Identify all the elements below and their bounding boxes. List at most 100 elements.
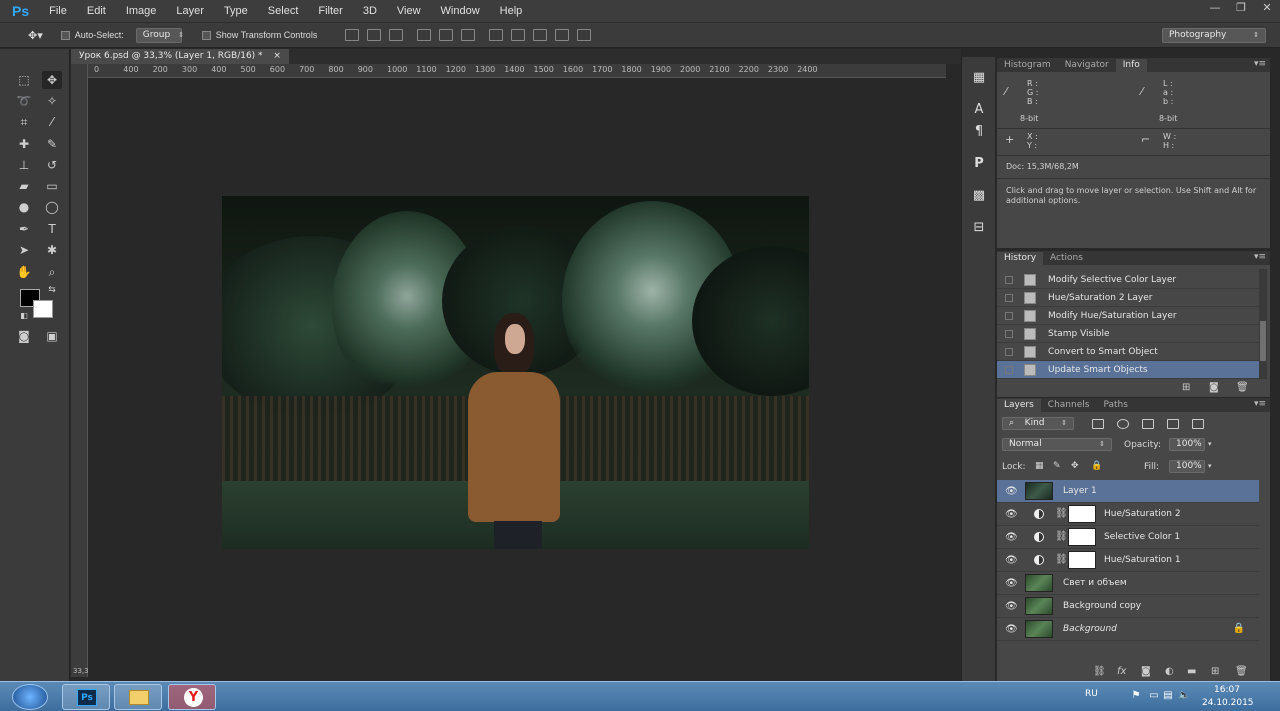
layer-row-hue-saturation-1[interactable]: 👁 ⛓ Hue/Saturation 1 <box>997 549 1259 572</box>
layer-style-icon[interactable]: fx <box>1117 666 1126 677</box>
close-button[interactable]: ✕ <box>1254 0 1280 16</box>
history-brush-source-box[interactable] <box>1005 348 1013 356</box>
filter-adjustment-icon[interactable] <box>1116 419 1129 429</box>
new-snapshot-icon[interactable]: ◙ <box>1209 382 1219 393</box>
menu-image[interactable]: Image <box>116 5 167 17</box>
layer-row-hue-saturation-2[interactable]: 👁 ⛓ Hue/Saturation 2 <box>997 503 1259 526</box>
menu-type[interactable]: Type <box>214 5 258 17</box>
layer-name[interactable]: Background <box>1063 624 1117 634</box>
default-colors-icon[interactable]: ◧ <box>14 307 34 325</box>
panel-menu-icon[interactable]: ▾≡ <box>1254 59 1266 69</box>
layer-row-selective-color-1[interactable]: 👁 ⛓ Selective Color 1 <box>997 526 1259 549</box>
tray-network-icon[interactable]: ▤ <box>1162 690 1174 701</box>
layer-row-background[interactable]: 👁 Background 🔒 <box>997 618 1259 641</box>
marquee-tool-icon[interactable]: ⬚ <box>14 71 34 89</box>
pen-tool-icon[interactable]: ✒ <box>14 220 34 238</box>
history-scrollbar[interactable] <box>1259 269 1267 379</box>
layer-name[interactable]: Layer 1 <box>1063 486 1097 496</box>
menu-select[interactable]: Select <box>258 5 309 17</box>
magic-wand-tool-icon[interactable]: ✧ <box>42 92 62 110</box>
layer-filter-dropdown[interactable]: ⌕ Kind ⇕ <box>1002 417 1074 430</box>
tab-actions[interactable]: Actions <box>1043 252 1090 265</box>
custom-shape-tool-icon[interactable]: ✱ <box>42 241 62 259</box>
visibility-eye-icon[interactable]: 👁 <box>1005 578 1018 589</box>
history-brush-source-box[interactable] <box>1005 276 1013 284</box>
link-layers-icon[interactable]: ⛓ <box>1093 666 1106 677</box>
distribute-top-icon[interactable] <box>489 29 504 41</box>
history-item-selected[interactable]: Update Smart Objects <box>997 361 1259 379</box>
align-top-icon[interactable] <box>345 29 360 41</box>
restore-button[interactable]: ❐ <box>1228 0 1254 16</box>
menu-edit[interactable]: Edit <box>77 5 116 17</box>
layer-name[interactable]: Свет и объем <box>1063 578 1127 588</box>
document-photo[interactable] <box>222 196 809 549</box>
clone-stamp-tool-icon[interactable]: ⊥ <box>14 156 34 174</box>
layer-row-background-copy[interactable]: 👁 Background copy <box>997 595 1259 618</box>
visibility-eye-icon[interactable]: 👁 <box>1005 601 1018 612</box>
delete-state-icon[interactable]: 🗑 <box>1236 382 1249 393</box>
filter-smart-object-icon[interactable] <box>1191 419 1204 429</box>
tab-channels[interactable]: Channels <box>1041 399 1097 412</box>
start-button[interactable] <box>12 684 48 710</box>
healing-brush-tool-icon[interactable]: ✚ <box>14 135 34 153</box>
type-tool-icon[interactable]: T <box>42 220 62 238</box>
lock-all-icon[interactable]: 🔒 <box>1091 461 1102 471</box>
document-tab-close-icon[interactable]: × <box>273 51 281 61</box>
layer-name[interactable]: Selective Color 1 <box>1104 532 1180 542</box>
vertical-ruler[interactable]: 33,3 <box>71 64 89 677</box>
tray-action-center-icon[interactable]: ⚑ <box>1130 690 1142 701</box>
paragraph-panel-icon[interactable]: ¶ <box>970 123 988 141</box>
lasso-tool-icon[interactable]: ➰ <box>14 92 34 110</box>
tray-volume-icon[interactable]: 🔈 <box>1178 690 1190 701</box>
move-tool-icon[interactable]: ✥ <box>42 71 62 89</box>
clock-time[interactable]: 16:07 <box>1214 685 1240 695</box>
minimize-button[interactable]: — <box>1202 0 1228 16</box>
crop-tool-icon[interactable]: ⌗ <box>14 113 34 131</box>
menu-filter[interactable]: Filter <box>308 5 352 17</box>
taskbar-explorer-button[interactable] <box>114 684 162 710</box>
quick-mask-icon[interactable]: ◙ <box>14 327 34 345</box>
link-icon[interactable]: ⛓ <box>1055 554 1068 565</box>
history-brush-source-box[interactable] <box>1005 294 1013 302</box>
filter-type-icon[interactable] <box>1141 419 1154 429</box>
align-bottom-icon[interactable] <box>389 29 404 41</box>
tray-display-icon[interactable]: ▭ <box>1148 690 1160 701</box>
language-indicator[interactable]: RU <box>1085 689 1098 699</box>
zoom-tool-icon[interactable]: ⌕ <box>42 263 62 281</box>
lock-image-icon[interactable]: ✎ <box>1053 461 1061 471</box>
menu-file[interactable]: File <box>43 5 77 17</box>
background-color-swatch[interactable] <box>33 300 53 318</box>
tab-layers[interactable]: Layers <box>997 399 1041 412</box>
swap-colors-icon[interactable]: ⇆ <box>42 281 62 299</box>
history-brush-tool-icon[interactable]: ↺ <box>42 156 62 174</box>
distribute-hcenter-icon[interactable] <box>577 29 592 41</box>
fill-input[interactable]: 100% <box>1169 460 1205 473</box>
filter-shape-icon[interactable] <box>1166 419 1179 429</box>
auto-select-checkbox[interactable] <box>60 30 70 40</box>
distribute-bottom-icon[interactable] <box>533 29 548 41</box>
tool-presets-icon[interactable]: ⊟ <box>970 219 988 237</box>
lock-transparent-icon[interactable]: ▦ <box>1035 461 1044 471</box>
show-transform-checkbox[interactable] <box>201 30 211 40</box>
tab-history[interactable]: History <box>997 252 1044 265</box>
document-tab[interactable]: Урок 6.psd @ 33,3% (Layer 1, RGB/16) * × <box>71 49 289 64</box>
menu-window[interactable]: Window <box>431 5 490 17</box>
history-item[interactable]: Stamp Visible <box>997 325 1259 343</box>
layer-row-svet-i-obem[interactable]: 👁 Свет и объем <box>997 572 1259 595</box>
brush-panel-icon[interactable]: ▦ <box>970 69 988 87</box>
path-selection-tool-icon[interactable]: ➤ <box>14 241 34 259</box>
screen-mode-icon[interactable]: ▣ <box>42 327 62 345</box>
hand-tool-icon[interactable]: ✋ <box>14 263 34 281</box>
menu-help[interactable]: Help <box>490 5 533 17</box>
align-right-icon[interactable] <box>461 29 476 41</box>
new-document-from-state-icon[interactable]: ⊞ <box>1182 382 1190 393</box>
auto-select-dropdown[interactable]: Group ⇕ <box>135 27 184 43</box>
history-brush-source-box[interactable] <box>1005 366 1013 374</box>
lock-position-icon[interactable]: ✥ <box>1071 461 1079 471</box>
grid-panel-icon[interactable]: ▩ <box>970 187 988 205</box>
link-icon[interactable]: ⛓ <box>1055 531 1068 542</box>
brush-tool-icon[interactable]: ✎ <box>42 135 62 153</box>
tab-navigator[interactable]: Navigator <box>1058 59 1116 72</box>
clock-date[interactable]: 24.10.2015 <box>1202 698 1254 708</box>
visibility-eye-icon[interactable]: 👁 <box>1005 532 1018 543</box>
